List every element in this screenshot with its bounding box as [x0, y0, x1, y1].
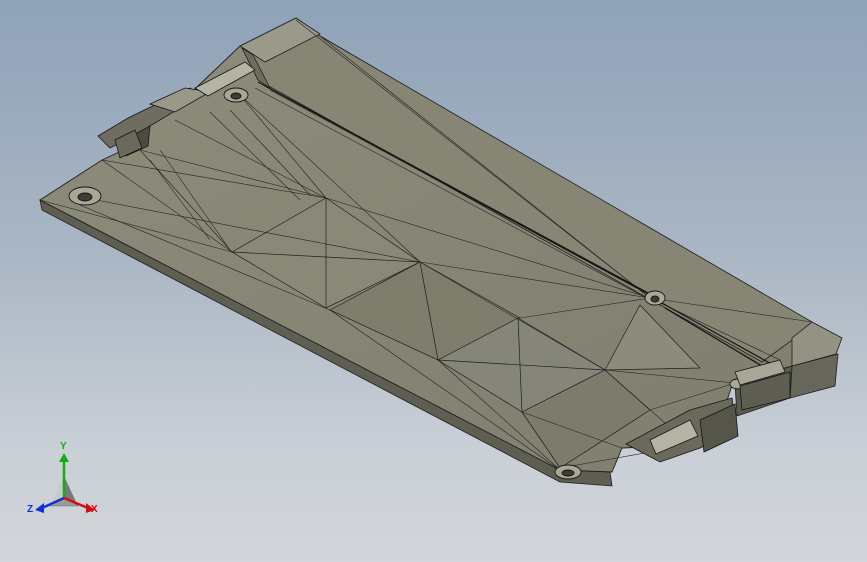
z-axis-label: Z — [27, 504, 34, 515]
3d-model-plate[interactable] — [0, 0, 867, 562]
coordinate-triad: Y X Z — [26, 441, 102, 522]
x-axis-label: X — [91, 504, 98, 515]
graphics-viewport[interactable]: Y X Z — [0, 0, 867, 562]
y-axis-label: Y — [60, 441, 67, 452]
